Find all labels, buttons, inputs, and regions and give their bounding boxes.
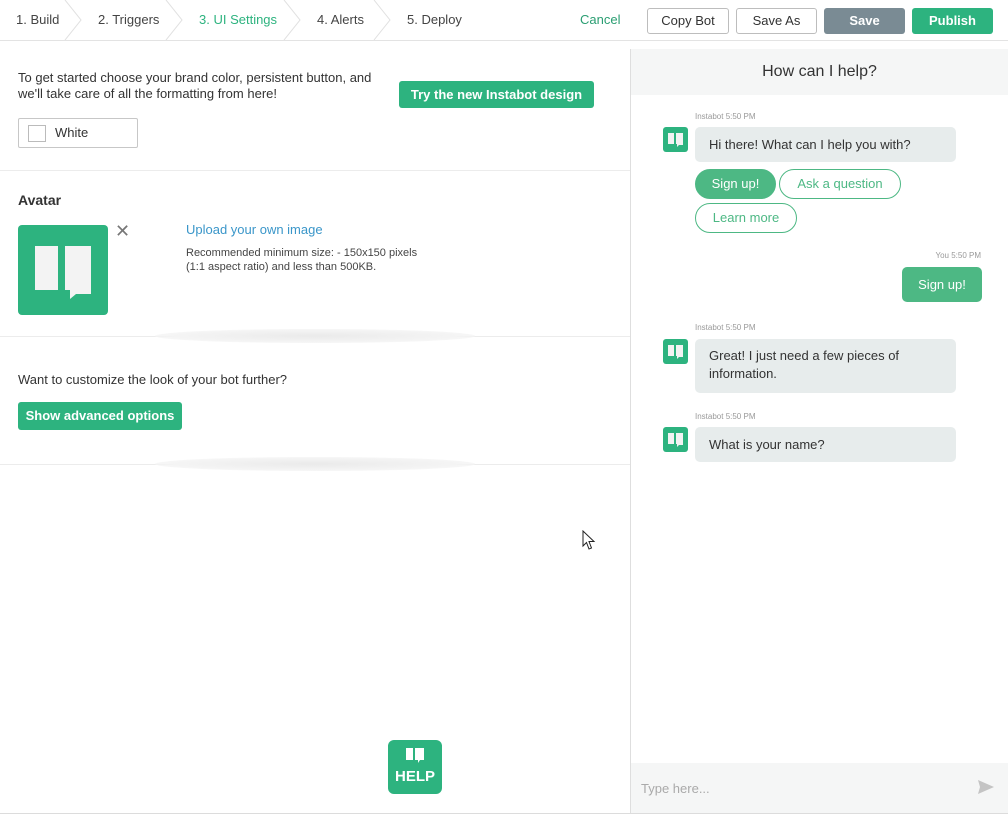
avatar-section: Avatar ✕ Upload your own image Recommend…: [0, 171, 630, 343]
instabot-logo-icon: [668, 433, 683, 447]
step-ui-settings[interactable]: 3. UI Settings: [183, 0, 301, 40]
brand-color-value: White: [55, 125, 89, 140]
help-button[interactable]: HELP: [388, 740, 442, 794]
brand-intro-text: To get started choose your brand color, …: [18, 70, 372, 101]
mouse-cursor-icon: [582, 530, 596, 550]
message-meta: You 5:50 PM: [935, 251, 981, 260]
bot-message-bubble: Hi there! What can I help you with?: [695, 127, 956, 162]
instabot-logo-icon: [668, 133, 683, 147]
upload-recommendation: Recommended minimum size: - 150x150 pixe…: [186, 247, 418, 273]
wizard-steps: 1. Build 2. Triggers 3. UI Settings 4. A…: [0, 0, 481, 40]
step-separator-icon: [283, 0, 301, 40]
help-label: HELP: [394, 768, 435, 785]
quick-reply-sign-up[interactable]: Sign up!: [695, 169, 776, 199]
chat-preview-panel: How can I help? Instabot 5:50 PM Hi ther…: [631, 49, 1008, 813]
quick-reply-ask-question[interactable]: Ask a question: [779, 169, 901, 199]
bot-message-bubble: What is your name?: [695, 427, 956, 462]
bot-avatar: [663, 339, 688, 364]
remove-avatar-icon[interactable]: ✕: [115, 222, 130, 240]
step-separator-icon: [165, 0, 183, 40]
upload-image-link[interactable]: Upload your own image: [186, 222, 323, 237]
instabot-logo-icon: [35, 246, 91, 299]
customize-prompt: Want to customize the look of your bot f…: [18, 372, 288, 387]
bot-avatar: [663, 127, 688, 152]
publish-button[interactable]: Publish: [912, 8, 993, 34]
step-alerts-label: 4. Alerts: [317, 12, 364, 27]
message-meta: Instabot 5:50 PM: [695, 412, 756, 421]
step-alerts[interactable]: 4. Alerts: [301, 0, 391, 40]
send-icon[interactable]: [977, 779, 995, 795]
step-build-label: 1. Build: [16, 12, 60, 27]
chat-header-title: How can I help?: [631, 49, 1008, 95]
advanced-section: Want to customize the look of your bot f…: [0, 337, 630, 471]
chat-input-bar: [631, 763, 1008, 813]
copy-bot-button[interactable]: Copy Bot: [647, 8, 729, 34]
step-triggers[interactable]: 2. Triggers: [82, 0, 183, 40]
bot-avatar: [663, 427, 688, 452]
step-separator-icon: [373, 0, 391, 40]
chat-message-input[interactable]: [641, 777, 961, 799]
step-deploy-label: 5. Deploy: [407, 12, 462, 27]
section-shadow: [155, 457, 475, 471]
avatar-heading: Avatar: [18, 192, 62, 208]
try-new-design-button[interactable]: Try the new Instabot design: [399, 81, 594, 108]
window-bottom-edge: [0, 813, 1008, 818]
message-meta: Instabot 5:50 PM: [695, 112, 756, 121]
show-advanced-options-button[interactable]: Show advanced options: [18, 402, 182, 430]
save-as-button[interactable]: Save As: [736, 8, 817, 34]
save-button[interactable]: Save: [824, 8, 905, 34]
brand-color-select[interactable]: White: [18, 118, 138, 148]
settings-panel: To get started choose your brand color, …: [0, 49, 630, 813]
cancel-link[interactable]: Cancel: [580, 12, 620, 27]
step-ui-settings-label: 3. UI Settings: [199, 12, 278, 27]
step-deploy[interactable]: 5. Deploy: [391, 0, 481, 40]
color-swatch: [28, 125, 46, 142]
user-message-bubble: Sign up!: [902, 267, 982, 302]
top-navigation-bar: 1. Build 2. Triggers 3. UI Settings 4. A…: [0, 0, 1008, 41]
quick-reply-learn-more[interactable]: Learn more: [695, 203, 797, 233]
avatar-preview: [18, 225, 108, 315]
step-separator-icon: [64, 0, 82, 40]
bot-message-bubble: Great! I just need a few pieces of infor…: [695, 339, 956, 393]
instabot-logo-icon: [668, 345, 683, 359]
instabot-logo-icon: [406, 748, 424, 763]
step-build[interactable]: 1. Build: [0, 0, 82, 40]
brand-section: To get started choose your brand color, …: [0, 49, 630, 171]
step-triggers-label: 2. Triggers: [98, 12, 160, 27]
message-meta: Instabot 5:50 PM: [695, 323, 756, 332]
